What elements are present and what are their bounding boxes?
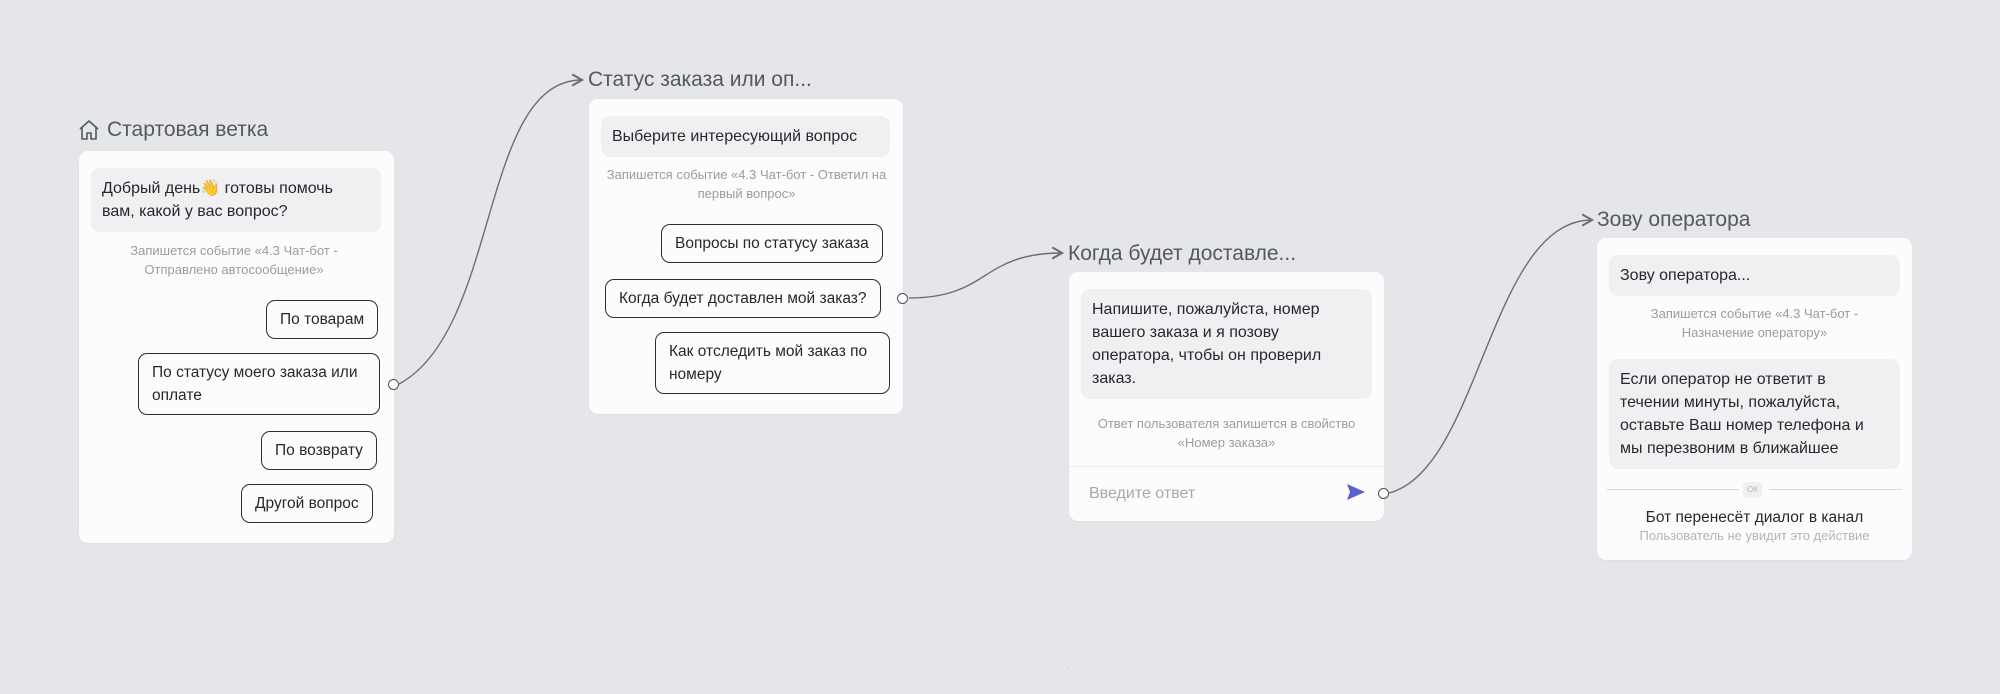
transfer-action-note: Пользователь не увидит это действие [1639,528,1870,543]
option-button-returns[interactable]: По возврату [261,431,377,470]
connector-delivery-to-operator [1388,213,1595,494]
bot-message: Если оператор не ответит в течении минут… [1609,359,1900,469]
connector-start-to-status [398,73,585,385]
reply-input[interactable] [1087,484,1331,504]
ok-badge: ОК [1743,482,1762,498]
event-note: Запишется событие «4.3 Чат-бот - Назначе… [1650,306,1859,340]
node-title-text: Зову оператора [1597,208,1751,231]
output-port-delivery-time[interactable] [897,293,908,304]
option-button-track-order[interactable]: Как отследить мой заказ по номеру [655,332,890,394]
node-card-start[interactable]: Добрый день👋 готовы помочь вам, какой у … [79,151,394,543]
bot-message: Зову оператора... [1609,255,1900,296]
node-title-text: Статус заказа или оп... [588,68,812,91]
node-card-status[interactable]: Выберите интересующий вопрос Запишется с… [589,99,903,414]
connector-status-to-delivery [908,246,1065,299]
node-title-start[interactable]: Стартовая ветка [77,118,268,142]
node-title-text: Когда будет доставле... [1068,242,1297,265]
bot-message: Выберите интересующий вопрос [601,116,890,157]
property-note: Ответ пользователя запишется в свойство … [1097,416,1356,450]
bot-message: Напишите, пожалуйста, номер вашего заказ… [1081,289,1372,399]
event-note: Запишется событие «4.3 Чат-бот - Отправл… [130,243,338,277]
reply-input-row [1069,466,1384,521]
event-note: Запишется событие «4.3 Чат-бот - Ответил… [606,167,887,201]
canvas-handle: · · [1067,662,1077,673]
transfer-action-title: Бот перенесёт диалог в канал [1645,509,1864,526]
bot-message: Добрый день👋 готовы помочь вам, какой у … [91,168,381,232]
option-button-products[interactable]: По товарам [266,300,379,339]
send-icon[interactable] [1346,483,1366,506]
divider-line [1607,489,1739,490]
node-card-operator[interactable]: Зову оператора... Запишется событие «4.3… [1597,238,1912,560]
divider-line [1769,489,1902,490]
node-title-text: Стартовая ветка [107,118,269,141]
node-title-operator[interactable]: Зову оператора [1597,208,1750,232]
option-button-order-status[interactable]: По статусу моего заказа или оплате [138,353,380,415]
output-port-order-status[interactable] [388,379,399,390]
output-port-reply[interactable] [1378,488,1389,499]
option-button-delivery-time[interactable]: Когда будет доставлен мой заказ? [605,279,881,318]
node-title-status[interactable]: Статус заказа или оп... [588,68,812,92]
node-title-delivery[interactable]: Когда будет доставле... [1068,242,1296,266]
option-button-status-questions[interactable]: Вопросы по статусу заказа [661,224,883,263]
option-button-other[interactable]: Другой вопрос [241,484,373,523]
home-icon [77,118,101,142]
node-card-delivery[interactable]: Напишите, пожалуйста, номер вашего заказ… [1069,272,1384,521]
